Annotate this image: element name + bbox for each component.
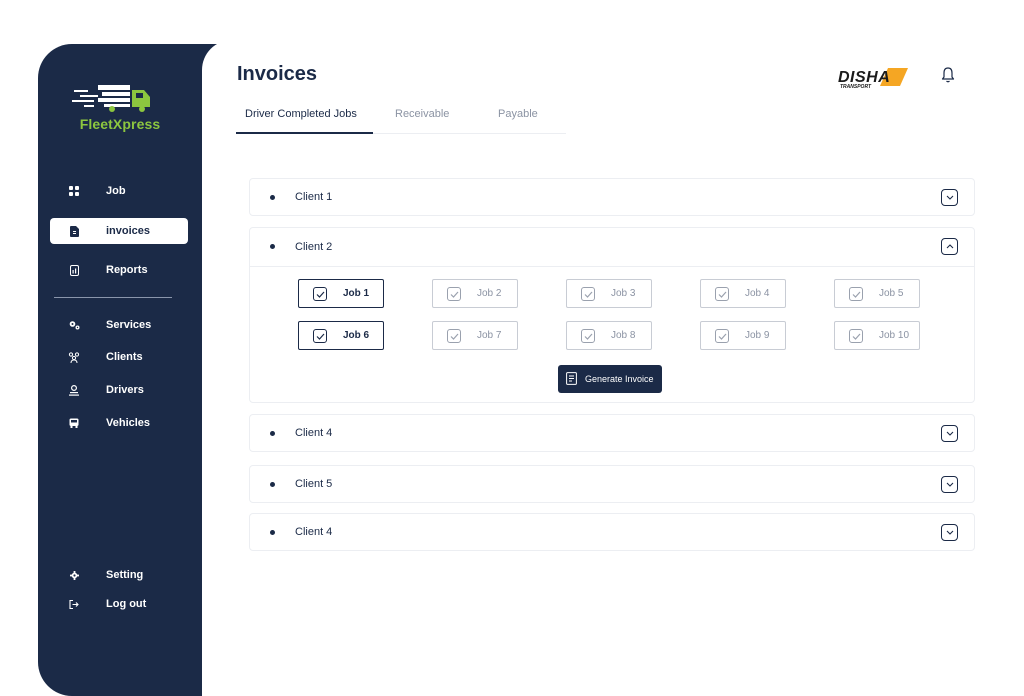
client-accordion-header[interactable]: Client 1 [250,179,974,215]
brand-logo[interactable]: FleetXpress [38,82,202,132]
sidebar-item-label: Drivers [106,384,144,396]
checkbox-icon [715,287,729,301]
job-checkbox[interactable]: Job 10 [834,321,920,350]
job-label: Job 2 [477,288,502,299]
page-title: Invoices [237,63,318,85]
checkbox-icon [849,329,863,343]
sidebar-divider [54,297,172,298]
report-icon [67,264,81,276]
job-checkbox[interactable]: Job 2 [432,279,518,308]
chevron-down-icon[interactable] [941,425,958,442]
sidebar-item-vehicles[interactable]: Vehicles [50,410,188,436]
checkbox-icon [313,329,327,343]
client-accordion: Client 4 [249,414,975,452]
sidebar-item-label: invoices [106,225,151,237]
receipt-icon [566,372,577,387]
brand-name: FleetXpress [79,116,161,132]
job-checkbox[interactable]: Job 5 [834,279,920,308]
sidebar-item-services[interactable]: Services [50,312,188,338]
job-checkbox[interactable]: Job 8 [566,321,652,350]
job-label: Job 5 [879,288,904,299]
checkbox-icon [313,287,327,301]
sidebar-item-job[interactable]: Job [50,178,188,204]
client-accordion-header[interactable]: Client 4 [250,514,974,550]
job-checkbox[interactable]: Job 7 [432,321,518,350]
sidebar-item-label: Clients [106,351,143,363]
client-name: Client 4 [295,427,333,439]
checkbox-icon [715,329,729,343]
bell-icon[interactable] [940,66,956,84]
client-name: Client 4 [295,526,333,538]
client-accordion: Client 5 [249,465,975,503]
sidebar-item-setting[interactable]: Setting [50,562,188,588]
client-accordion: Client 1 [249,178,975,216]
generate-invoice-label: Generate Invoice [585,374,654,384]
client-accordion: Client 2 Job 1 Job 2 Job 3 Job 4 Job 5 J… [249,227,975,403]
job-checkbox[interactable]: Job 9 [700,321,786,350]
client-name: Client 2 [295,241,333,253]
chevron-up-icon[interactable] [941,238,958,255]
job-checkbox[interactable]: Job 6 [298,321,384,350]
driver-icon [67,384,81,396]
bullet-icon [270,530,275,535]
bullet-icon [270,244,275,249]
job-label: Job 8 [611,330,636,341]
client-accordion-header[interactable]: Client 4 [250,415,974,451]
grid-icon [67,186,81,196]
checkbox-icon [581,329,595,343]
client-accordion-header[interactable]: Client 2 [250,228,974,266]
sidebar-item-logout[interactable]: Log out [50,591,188,617]
job-label: Job 1 [343,288,370,299]
bullet-icon [270,482,275,487]
job-label: Job 6 [343,330,370,341]
client-name: Client 1 [295,191,333,203]
sidebar-item-label: Setting [106,569,144,581]
sidebar-item-reports[interactable]: Reports [50,257,188,283]
client-accordion: Client 4 [249,513,975,551]
sidebar-item-clients[interactable]: Clients [50,344,188,370]
truck-icon [72,85,150,112]
checkbox-icon [849,287,863,301]
job-label: Job 4 [745,288,770,299]
checkbox-icon [581,287,595,301]
gears-icon [67,320,81,330]
sidebar-item-drivers[interactable]: Drivers [50,377,188,403]
job-grid: Job 1 Job 2 Job 3 Job 4 Job 5 Job 6 Job … [250,266,974,402]
company-logo-subtext: TRANSPORT [840,84,872,90]
chevron-down-icon[interactable] [941,189,958,206]
chevron-down-icon[interactable] [941,524,958,541]
generate-invoice-button[interactable]: Generate Invoice [558,365,662,393]
bullet-icon [270,195,275,200]
tab-driver-completed-jobs[interactable]: Driver Completed Jobs [245,108,357,120]
sidebar-item-label: Services [106,319,152,331]
checkbox-icon [447,287,461,301]
tab-payable[interactable]: Payable [498,108,538,120]
job-label: Job 3 [611,288,636,299]
bus-icon [67,418,81,428]
job-label: Job 7 [477,330,502,341]
tab-active-indicator [236,132,373,134]
invoice-icon [67,225,81,237]
bullet-icon [270,431,275,436]
gear-icon [67,570,81,580]
clients-icon [67,351,81,363]
sidebar-item-label: Job [106,185,126,197]
tab-receivable[interactable]: Receivable [395,108,449,120]
job-label: Job 10 [879,330,910,341]
job-checkbox[interactable]: Job 4 [700,279,786,308]
client-accordion-header[interactable]: Client 5 [250,466,974,502]
company-logo: DISHA TRANSPORT [836,66,912,90]
tab-bar: Driver Completed Jobs Receivable Payable [236,100,566,134]
sidebar-item-invoices[interactable]: invoices [50,218,188,244]
job-checkbox[interactable]: Job 1 [298,279,384,308]
job-label: Job 9 [745,330,770,341]
job-checkbox[interactable]: Job 3 [566,279,652,308]
sidebar-item-label: Reports [106,264,148,276]
logout-icon [67,599,81,609]
checkbox-icon [447,329,461,343]
sidebar-item-label: Log out [106,598,147,610]
client-name: Client 5 [295,478,333,490]
sidebar-item-label: Vehicles [106,417,151,429]
chevron-down-icon[interactable] [941,476,958,493]
